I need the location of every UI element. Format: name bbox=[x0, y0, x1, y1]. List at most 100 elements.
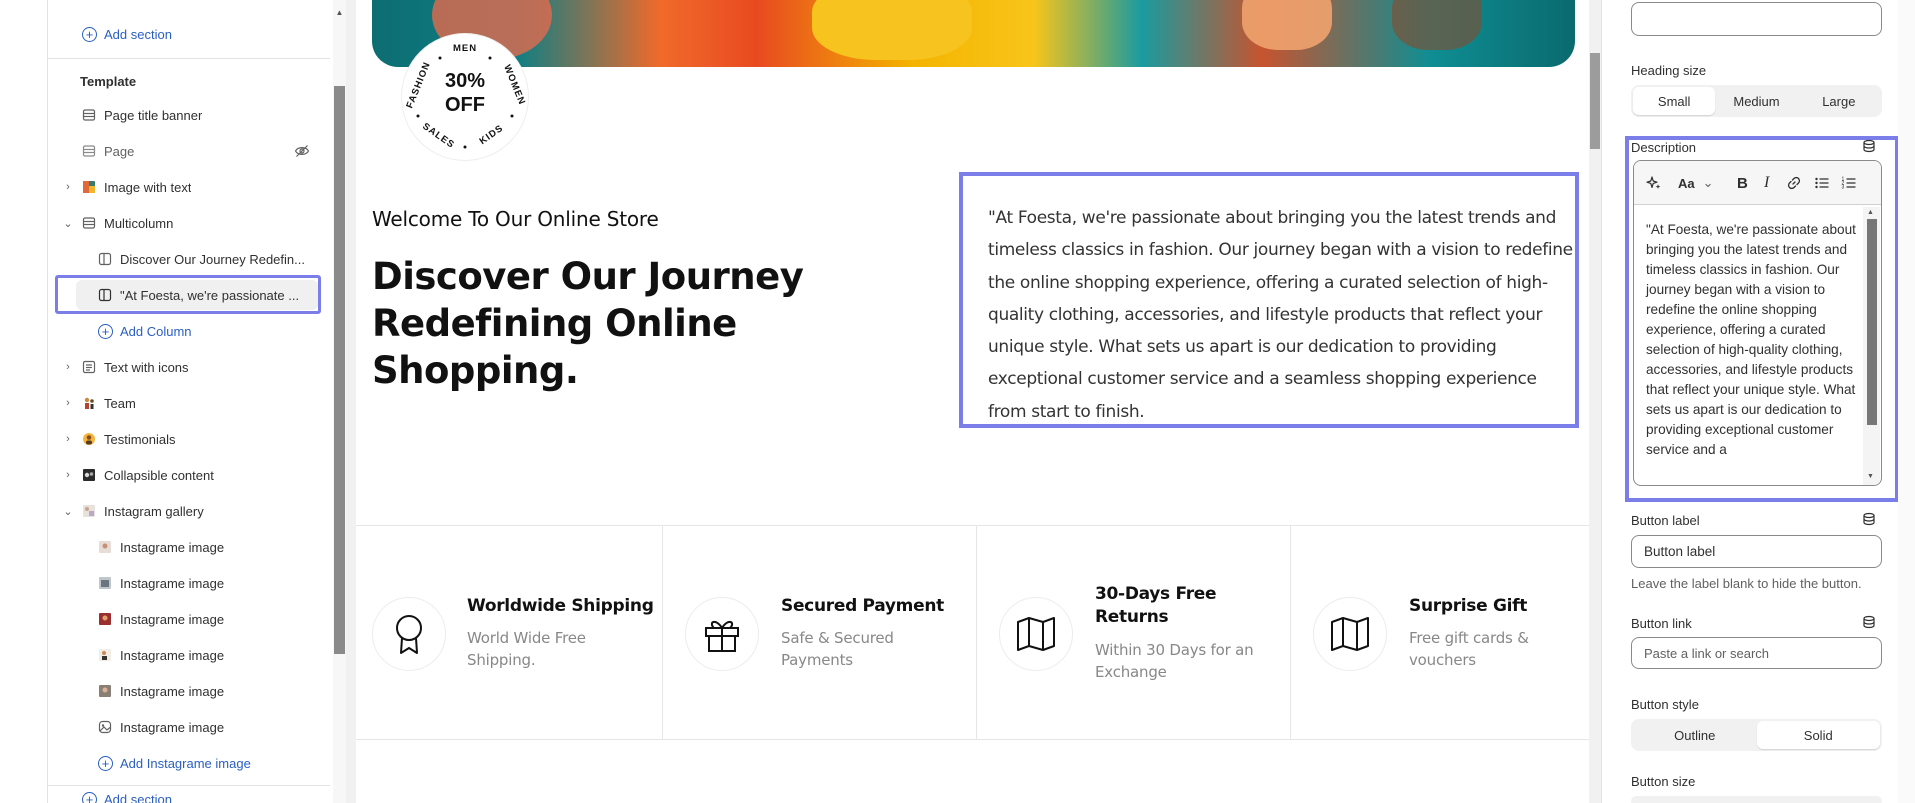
divider bbox=[48, 58, 330, 59]
add-column-button[interactable]: + Add Column bbox=[48, 316, 330, 346]
add-circle-icon: + bbox=[98, 323, 113, 339]
chevron-down-icon[interactable]: ⌄ bbox=[62, 217, 74, 230]
block-instagram-image[interactable]: Instagrame image bbox=[48, 676, 330, 706]
add-section-top[interactable]: + Add section bbox=[48, 19, 330, 49]
bullet-list-icon[interactable] bbox=[1814, 173, 1830, 193]
team-thumbnail-icon bbox=[81, 395, 97, 411]
scroll-down-arrow-icon[interactable]: ▼ bbox=[1867, 473, 1874, 480]
map-icon bbox=[1313, 597, 1387, 671]
selection-highlight bbox=[55, 275, 321, 314]
preview-scrollbar-thumb[interactable] bbox=[1590, 53, 1600, 149]
feature-secured-payment: Secured Payment Safe & Secured Payments bbox=[663, 526, 977, 740]
add-instagram-image-button[interactable]: + Add Instagrame image bbox=[48, 748, 330, 778]
section-label: Collapsible content bbox=[104, 467, 214, 483]
block-instagram-image[interactable]: Instagrame image bbox=[48, 532, 330, 562]
section-page-title-banner[interactable]: Page title banner bbox=[48, 100, 330, 130]
font-style-dropdown[interactable]: Aa ⌄ bbox=[1678, 173, 1714, 193]
section-multicolumn[interactable]: ⌄ Multicolumn bbox=[48, 208, 330, 238]
add-section-label: Add section bbox=[104, 26, 172, 42]
dynamic-source-icon[interactable] bbox=[1862, 139, 1876, 153]
column-block-icon bbox=[97, 251, 113, 267]
section-icon bbox=[81, 143, 97, 159]
rte-scrollbar-thumb[interactable] bbox=[1867, 219, 1877, 425]
text-section-icon bbox=[81, 359, 97, 375]
button-link-input[interactable]: Paste a link or search bbox=[1631, 637, 1882, 669]
image-thumbnail-icon bbox=[81, 179, 97, 195]
column-heading[interactable]: Discover Our Journey Redefining Online S… bbox=[372, 253, 942, 394]
chevron-right-icon[interactable]: › bbox=[62, 397, 74, 409]
svg-text:3: 3 bbox=[1842, 185, 1845, 191]
badge-off: OFF bbox=[445, 94, 485, 116]
ai-sparkle-icon[interactable] bbox=[1646, 173, 1662, 193]
block-instagram-image[interactable]: Instagrame image bbox=[48, 568, 330, 598]
button-label-input[interactable]: Button label bbox=[1631, 535, 1882, 568]
chevron-right-icon[interactable]: › bbox=[62, 181, 74, 193]
heading-size-small[interactable]: Small bbox=[1633, 87, 1716, 115]
map-icon bbox=[999, 597, 1073, 671]
scroll-up-arrow-icon[interactable]: ▲ bbox=[334, 8, 345, 17]
dynamic-source-icon[interactable] bbox=[1862, 615, 1876, 629]
add-section-bottom[interactable]: + Add section bbox=[48, 784, 330, 803]
gift-icon bbox=[685, 597, 759, 671]
chevron-down-icon[interactable]: ⌄ bbox=[62, 505, 74, 518]
button-size-selector[interactable] bbox=[1631, 796, 1882, 803]
sidebar-scrollbar-thumb[interactable] bbox=[334, 86, 345, 654]
heading-input[interactable] bbox=[1631, 2, 1882, 36]
feature-free-returns: 30-Days Free Returns Within 30 Days for … bbox=[977, 526, 1291, 740]
dynamic-source-icon[interactable] bbox=[1862, 512, 1876, 526]
block-instagram-image[interactable]: Instagrame image bbox=[48, 604, 330, 634]
image-placeholder-icon bbox=[97, 719, 113, 735]
section-text-with-icons[interactable]: › Text with icons bbox=[48, 352, 330, 382]
link-icon[interactable] bbox=[1786, 173, 1802, 193]
image-thumbnail-icon bbox=[97, 683, 113, 699]
section-testimonials[interactable]: › Testimonials bbox=[48, 424, 330, 454]
settings-scrollbar[interactable] bbox=[1898, 0, 1915, 803]
add-column-label: Add Column bbox=[120, 323, 192, 339]
testimonials-thumbnail-icon bbox=[81, 431, 97, 447]
button-label-help: Leave the label blank to hide the button… bbox=[1631, 576, 1862, 591]
feature-title: 30-Days Free Returns bbox=[1095, 584, 1217, 627]
feature-worldwide-shipping: Worldwide Shipping World Wide Free Shipp… bbox=[356, 526, 663, 740]
chevron-right-icon[interactable]: › bbox=[62, 433, 74, 445]
button-style-outline[interactable]: Outline bbox=[1633, 721, 1757, 749]
add-circle-icon: + bbox=[98, 755, 113, 771]
collapsible-thumbnail-icon bbox=[81, 467, 97, 483]
button-link-label: Button link bbox=[1631, 616, 1692, 631]
eye-off-icon[interactable] bbox=[294, 143, 310, 159]
heading-size-medium[interactable]: Medium bbox=[1715, 87, 1797, 115]
badge-percent: 30% bbox=[444, 70, 486, 92]
section-page[interactable]: Page bbox=[48, 136, 330, 166]
section-label: Text with icons bbox=[104, 359, 189, 375]
block-instagram-image[interactable]: Instagrame image bbox=[48, 640, 330, 670]
image-thumbnail-icon bbox=[97, 611, 113, 627]
block-column-discover[interactable]: Discover Our Journey Redefin... bbox=[48, 244, 330, 274]
chevron-right-icon[interactable]: › bbox=[62, 361, 74, 373]
description-text-area[interactable]: "At Foesta, we're passionate about bring… bbox=[1646, 220, 1856, 460]
section-icon bbox=[81, 107, 97, 123]
section-team[interactable]: › Team bbox=[48, 388, 330, 418]
section-instagram-gallery[interactable]: ⌄ Instagram gallery bbox=[48, 496, 330, 526]
heading-size-large[interactable]: Large bbox=[1798, 87, 1880, 115]
numbered-list-icon[interactable]: 123 bbox=[1841, 173, 1857, 193]
button-style-solid[interactable]: Solid bbox=[1756, 721, 1880, 749]
italic-icon[interactable]: I bbox=[1764, 173, 1769, 193]
feature-title: Secured Payment bbox=[781, 596, 944, 616]
feature-title: Surprise Gift bbox=[1409, 596, 1528, 616]
block-label: Instagrame image bbox=[120, 575, 225, 591]
button-style-label: Button style bbox=[1631, 697, 1699, 712]
template-heading: Template bbox=[80, 74, 137, 89]
chevron-right-icon[interactable]: › bbox=[62, 469, 74, 481]
section-label: Instagram gallery bbox=[104, 503, 204, 519]
scroll-up-arrow-icon[interactable]: ▲ bbox=[1867, 209, 1874, 216]
description-rich-text-editor[interactable]: Aa ⌄ B I 123 "At Foesta, we're passionate… bbox=[1633, 160, 1882, 486]
section-collapsible-content[interactable]: › Collapsible content bbox=[48, 460, 330, 490]
add-block-label: Add Instagrame image bbox=[120, 755, 251, 771]
section-label: Team bbox=[104, 395, 136, 411]
section-image-with-text[interactable]: › Image with text bbox=[48, 172, 330, 202]
section-label: Page bbox=[104, 143, 135, 159]
discount-badge: MEN WOMEN KIDS SALES FASHION 30% OFF bbox=[402, 34, 528, 160]
column-description[interactable]: "At Foesta, we're passionate about bring… bbox=[988, 202, 1578, 428]
block-instagram-image[interactable]: Instagrame image bbox=[48, 712, 330, 742]
gallery-thumbnail-icon bbox=[81, 503, 97, 519]
bold-icon[interactable]: B bbox=[1737, 173, 1748, 193]
